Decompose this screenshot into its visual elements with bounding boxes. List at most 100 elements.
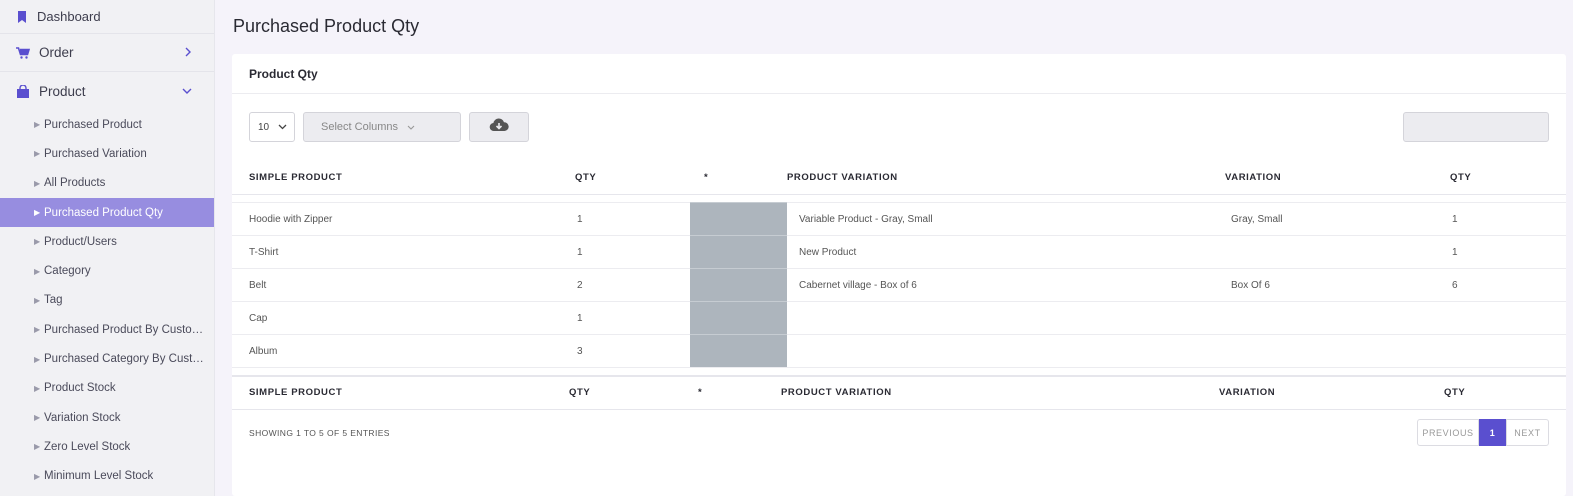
table-cell xyxy=(1225,301,1450,335)
caret-right-icon: ▶ xyxy=(34,471,41,481)
bookmark-icon xyxy=(15,10,29,23)
header-col-4[interactable]: VARIATION xyxy=(1225,161,1450,195)
table-footer: SIMPLE PRODUCT QTY * PRODUCT VARIATION VARIA… xyxy=(232,375,1566,410)
caret-right-icon: ▶ xyxy=(34,413,41,423)
sidebar-subitem[interactable]: ▶ Purchased Product By Customer xyxy=(0,315,214,344)
table-row: Belt 2 Cabernet village - Box of 6 Box Of 6… xyxy=(232,268,1566,302)
table-row: Cap 1 xyxy=(232,301,1566,335)
caret-right-icon: ▶ xyxy=(34,354,41,364)
download-button[interactable] xyxy=(469,112,529,142)
sidebar-item-dashboard[interactable]: Dashboard xyxy=(0,0,214,34)
table-cell: 3 xyxy=(575,334,690,368)
table-header: SIMPLE PRODUCT QTY * PRODUCT VARIATION VARIA… xyxy=(232,161,1566,195)
table-cell: Hoodie with Zipper xyxy=(232,202,575,236)
sidebar-subitem-label: All Products xyxy=(44,177,106,190)
sidebar-subitem[interactable]: ▶ All Products xyxy=(0,169,214,198)
sidebar-item-product[interactable]: Product xyxy=(0,72,214,110)
caret-right-icon: ▶ xyxy=(34,237,41,247)
select-columns-dropdown[interactable]: Select Columns xyxy=(303,112,461,142)
page-length-value: 10 xyxy=(258,121,270,133)
table-cell xyxy=(690,301,787,335)
search-input[interactable] xyxy=(1403,112,1549,142)
chevron-down-icon xyxy=(278,122,287,133)
page-length-select[interactable]: 10 xyxy=(249,112,295,142)
sidebar-item-label: Order xyxy=(39,45,74,60)
sidebar-subitem[interactable]: ▶ Zero Level Stock xyxy=(0,432,214,461)
table-cell xyxy=(690,334,787,368)
header-col-1[interactable]: QTY xyxy=(575,161,690,195)
table-row: T-Shirt 1 New Product 1 xyxy=(232,235,1566,269)
previous-button[interactable]: PREVIOUS xyxy=(1417,419,1479,446)
caret-right-icon: ▶ xyxy=(34,208,41,218)
sidebar-item-label: Product xyxy=(39,83,86,99)
sidebar-subitem[interactable]: ▶ Purchased Product Qty xyxy=(0,197,214,228)
sidebar-subitem[interactable]: ▶ Minimum Level Stock xyxy=(0,462,214,491)
caret-right-icon: ▶ xyxy=(34,178,41,188)
cart-icon xyxy=(15,46,31,59)
header-col-0[interactable]: SIMPLE PRODUCT xyxy=(232,161,575,195)
card-title: Product Qty xyxy=(232,54,1566,94)
table-cell: New Product xyxy=(787,235,1225,269)
sidebar-subitem-label: Product Stock xyxy=(44,382,116,395)
cloud-download-icon xyxy=(489,118,509,137)
caret-right-icon: ▶ xyxy=(34,383,41,393)
table-cell: 2 xyxy=(575,268,690,302)
caret-right-icon: ▶ xyxy=(34,325,41,335)
caret-right-icon: ▶ xyxy=(34,442,41,452)
table-cell xyxy=(1225,334,1450,368)
footer-col-1[interactable]: QTY xyxy=(569,376,684,410)
sidebar-subitem[interactable]: ▶ Variation Stock xyxy=(0,403,214,432)
table-cell xyxy=(1225,235,1450,269)
table-cell: 1 xyxy=(575,235,690,269)
page-1-button[interactable]: 1 xyxy=(1479,419,1506,446)
table-cell xyxy=(1450,334,1566,368)
sidebar-item-order[interactable]: Order xyxy=(0,34,214,72)
page-title: Purchased Product Qty xyxy=(233,16,420,36)
entries-info: SHOWING 1 TO 5 OF 5 ENTRIES xyxy=(249,428,390,438)
next-button[interactable]: NEXT xyxy=(1506,419,1549,446)
table-cell: Variable Product - Gray, Small xyxy=(787,202,1225,236)
table-cell: T-Shirt xyxy=(232,235,575,269)
table-cell xyxy=(1450,301,1566,335)
chevron-down-icon xyxy=(182,84,192,98)
sidebar-item-label: Dashboard xyxy=(37,9,101,24)
sidebar-subitem[interactable]: ▶ Purchased Variation xyxy=(0,139,214,168)
table-cell: Cap xyxy=(232,301,575,335)
product-submenu: ▶ Purchased Product ▶ Purchased Variation ▶ A… xyxy=(0,110,214,491)
table-cell: Cabernet village - Box of 6 xyxy=(787,268,1225,302)
sidebar-subitem-label: Zero Level Stock xyxy=(44,440,131,453)
table-cell xyxy=(690,202,787,236)
sidebar-subitem-label: Purchased Variation xyxy=(44,147,147,160)
sidebar-subitem-label: Category xyxy=(44,265,91,278)
table-cell xyxy=(787,301,1225,335)
footer-col-0[interactable]: SIMPLE PRODUCT xyxy=(232,376,569,410)
product-qty-card: Product Qty 10 Select Columns SIMPLE PRO… xyxy=(232,54,1566,496)
header-col-2[interactable]: * xyxy=(690,161,787,195)
table-cell xyxy=(690,235,787,269)
table-cell xyxy=(690,268,787,302)
table-cell: Box Of 6 xyxy=(1225,268,1450,302)
pagination: PREVIOUS 1 NEXT xyxy=(1417,419,1549,446)
table-row: Hoodie with Zipper 1 Variable Product - Gr… xyxy=(232,202,1566,236)
table-cell: Gray, Small xyxy=(1225,202,1450,236)
sidebar-subitem-label: Purchased Product By Customer xyxy=(44,323,209,336)
table-cell: 1 xyxy=(1450,235,1566,269)
footer-col-3[interactable]: PRODUCT VARIATION xyxy=(781,376,1219,410)
header-col-5[interactable]: QTY xyxy=(1450,161,1566,195)
select-columns-label: Select Columns xyxy=(321,121,399,133)
sidebar-subitem[interactable]: ▶ Category xyxy=(0,256,214,285)
sidebar-subitem[interactable]: ▶ Purchased Product xyxy=(0,110,214,139)
header-col-3[interactable]: PRODUCT VARIATION xyxy=(787,161,1225,195)
footer-col-4[interactable]: VARIATION xyxy=(1219,376,1444,410)
sidebar-subitem[interactable]: ▶ Product Stock xyxy=(0,374,214,403)
sidebar-subitem[interactable]: ▶ Product/Users xyxy=(0,227,214,256)
shopping-bag-icon xyxy=(15,84,31,98)
footer-col-2[interactable]: * xyxy=(684,376,781,410)
footer-col-5[interactable]: QTY xyxy=(1444,376,1566,410)
sidebar-subitem-label: Minimum Level Stock xyxy=(44,470,154,483)
sidebar-subitem[interactable]: ▶ Purchased Category By Customer xyxy=(0,344,214,373)
sidebar-subitem[interactable]: ▶ Tag xyxy=(0,286,214,315)
caret-right-icon: ▶ xyxy=(34,120,41,130)
table-cell xyxy=(787,334,1225,368)
caret-right-icon: ▶ xyxy=(34,149,41,159)
